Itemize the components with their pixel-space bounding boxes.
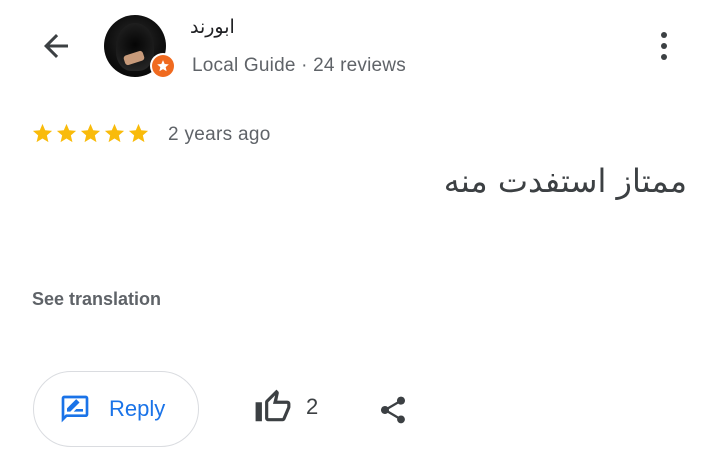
reply-button[interactable]: Reply	[33, 371, 199, 447]
star-icon	[56, 123, 77, 143]
star-icon	[80, 123, 101, 143]
more-vert-icon-dot	[661, 32, 667, 38]
author-meta: Local Guide · 24 reviews	[192, 55, 406, 76]
local-guide-badge	[150, 53, 176, 79]
avatar-hood-figure	[116, 23, 154, 71]
local-guide-badge-icon	[157, 60, 169, 72]
share-button[interactable]	[376, 392, 410, 428]
review-date: 2 years ago	[168, 124, 271, 145]
more-vert-icon-dot	[661, 43, 667, 49]
like-count: 2	[306, 394, 319, 419]
more-vert-icon-dot	[661, 54, 667, 60]
share-icon	[381, 396, 405, 424]
star-icon	[128, 123, 149, 143]
like-button[interactable]: 2	[254, 388, 318, 426]
see-translation-link[interactable]: See translation	[32, 289, 161, 310]
reply-label: Reply	[109, 396, 166, 421]
star-icon	[32, 123, 53, 143]
star-icon	[104, 123, 125, 143]
review-text: ممتاز استفدت منه	[443, 162, 687, 200]
star-rating	[31, 122, 150, 145]
arrow-back-icon	[44, 34, 68, 58]
rate-review-icon	[61, 395, 89, 423]
thumb-up-icon	[255, 389, 291, 422]
author-name[interactable]: ابورند	[190, 16, 235, 38]
more-options-button[interactable]	[648, 28, 680, 64]
back-button[interactable]	[30, 26, 82, 66]
